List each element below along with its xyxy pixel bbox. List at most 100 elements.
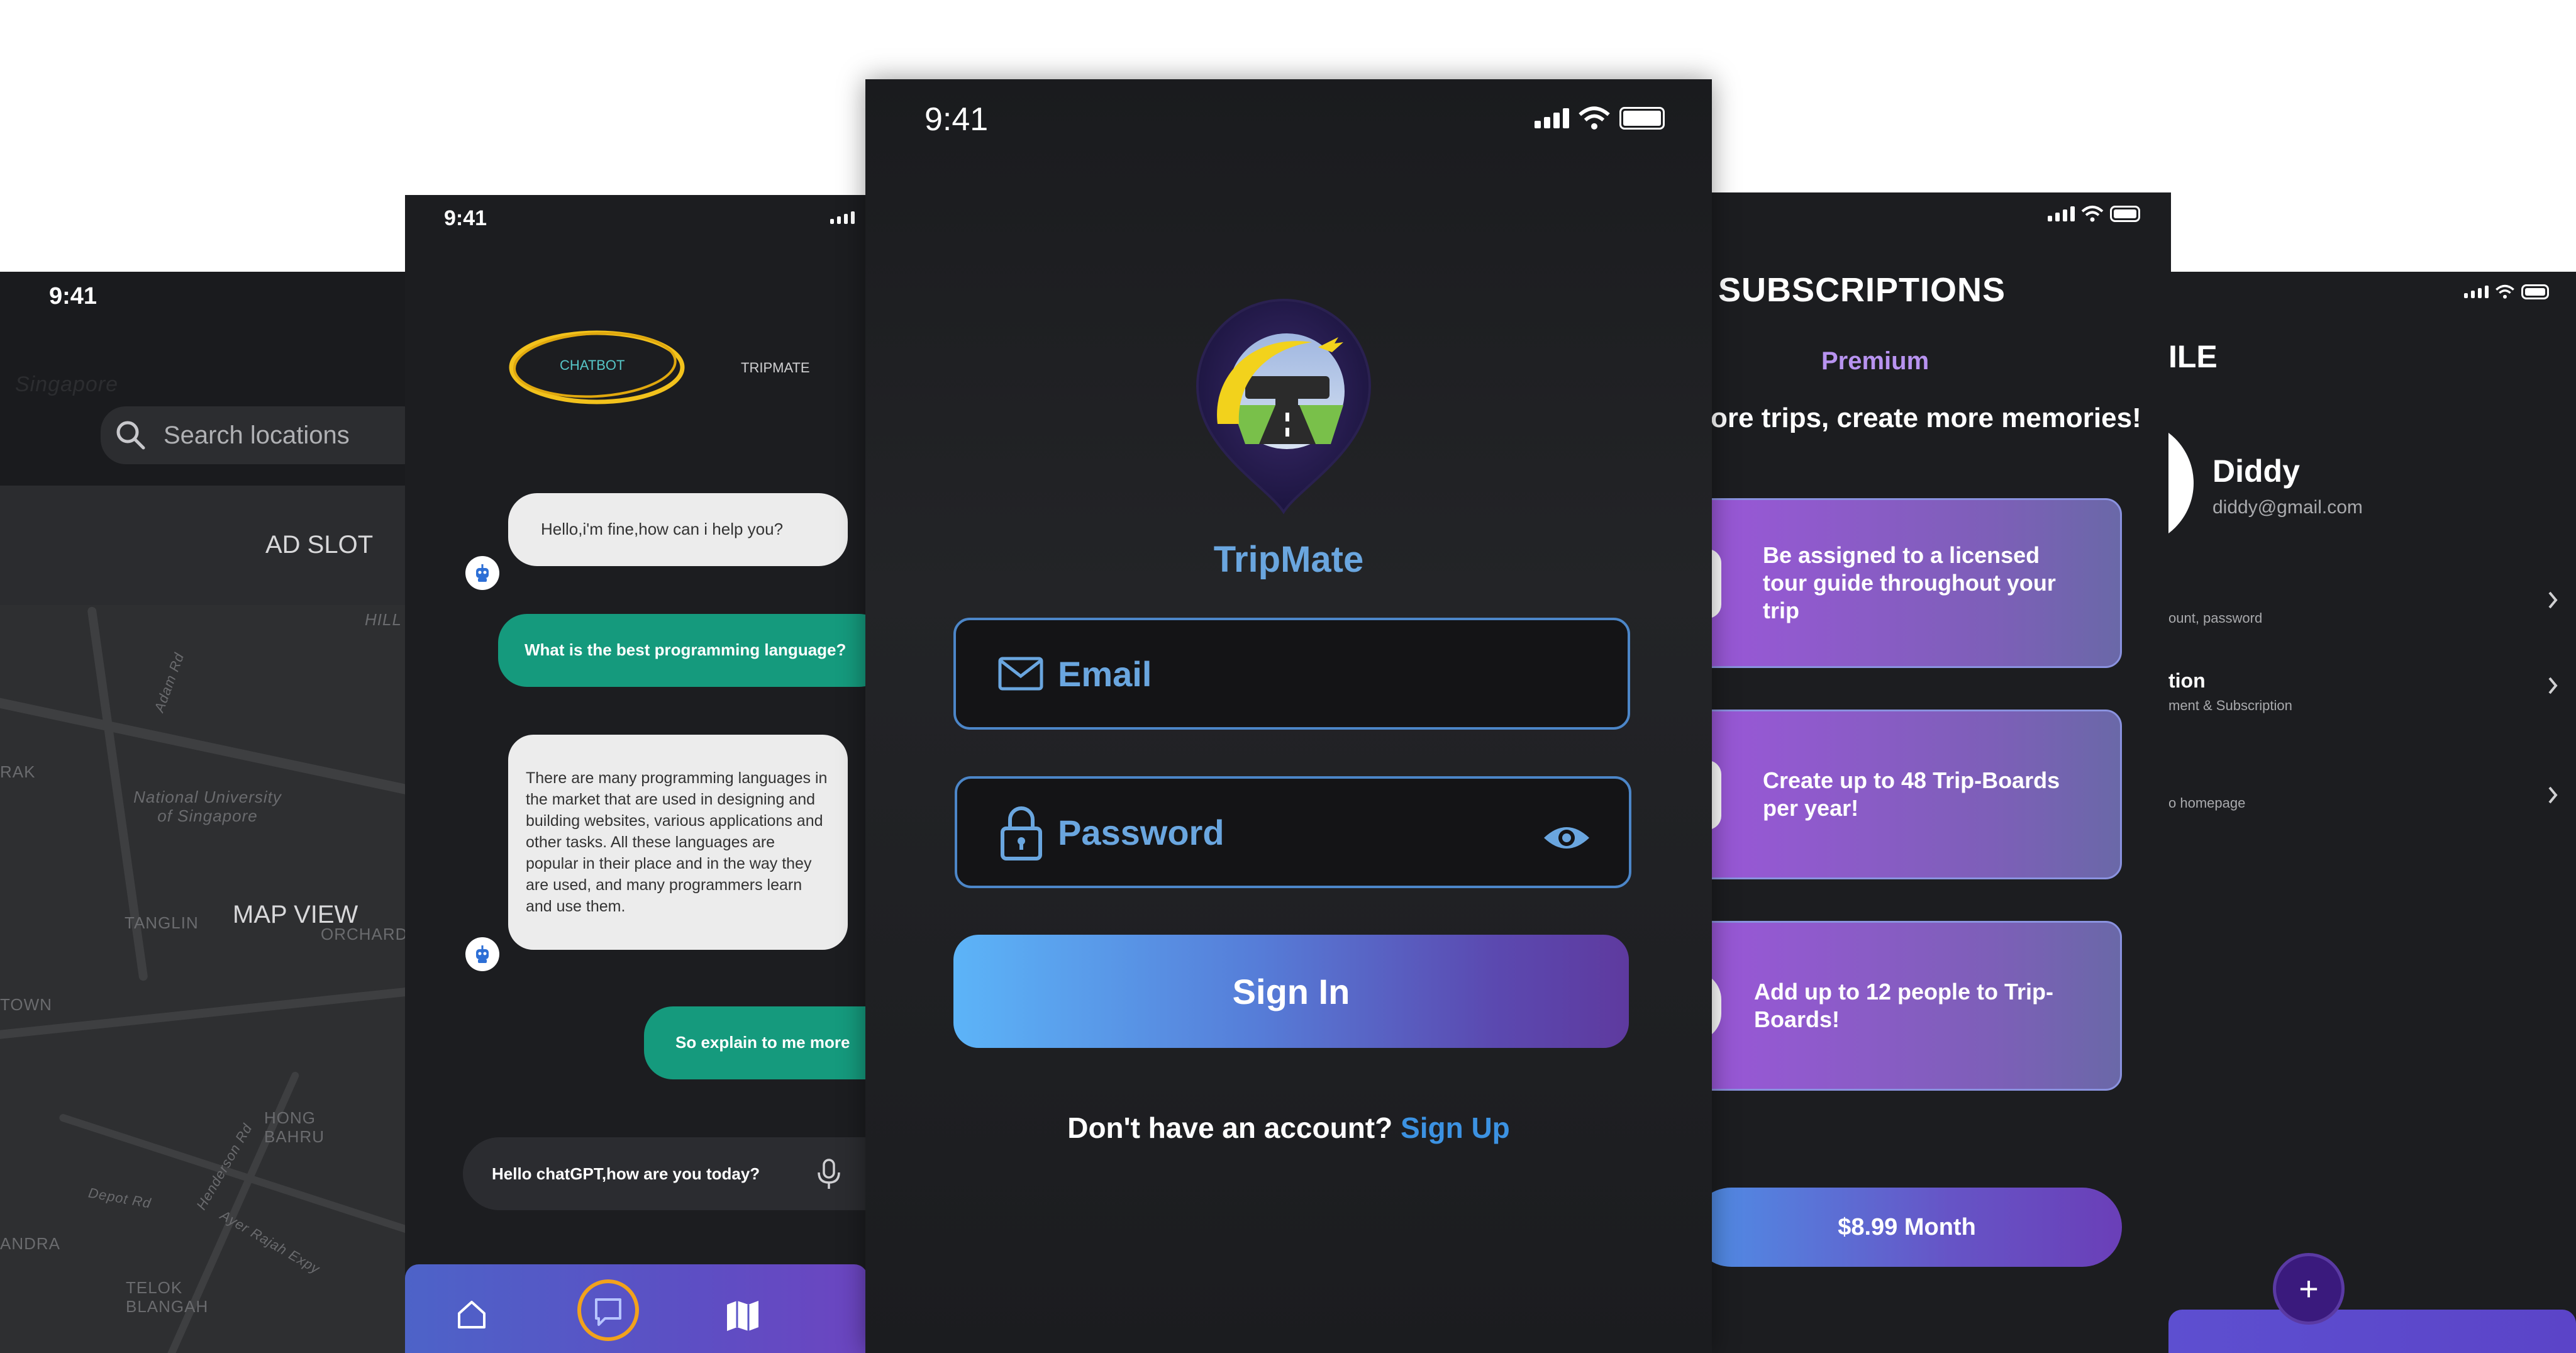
ad-slot-label: AD SLOT [265,531,374,559]
map-label: RAK [0,762,36,781]
mail-icon [998,657,1043,691]
status-icons [2048,205,2140,223]
map-label: Ayer Rajah Expy [217,1207,323,1278]
status-icons [2464,284,2549,299]
map-canvas[interactable]: HILL National University of Singapore TA… [0,605,406,1353]
signal-icon [830,211,855,224]
add-button[interactable]: + [2273,1253,2345,1325]
user-message: What is the best programming language? [498,614,868,687]
row-subtitle: o homepage [2168,795,2246,811]
status-time: 9:41 [924,101,989,138]
email-field[interactable]: Email [953,618,1630,730]
user-message: So explain to me more [644,1006,868,1079]
lock-icon [1001,806,1042,860]
feature-text: Add up to 12 people to Trip-Boards! [1754,979,2053,1032]
sign-in-button[interactable]: Sign In [953,935,1629,1048]
email-placeholder: Email [1058,654,1152,694]
search-icon [116,421,145,450]
location-search-input[interactable]: Search locations [101,406,406,464]
tab-chatbot[interactable]: CHATBOT [560,357,625,374]
status-icons [1535,106,1665,131]
home-icon[interactable] [453,1296,491,1334]
user-email: diddy@gmail.com [2212,497,2363,518]
map-icon[interactable] [723,1296,762,1335]
chat-message-input[interactable]: Hello chatGPT,how are you today? [463,1137,868,1210]
page-title: ILE [2168,339,2218,374]
row-title [2168,584,2558,605]
settings-row-subscription[interactable]: tion ment & Subscription [2168,669,2558,714]
guide-icon [1711,549,1721,618]
board-icon [1711,760,1721,830]
feature-card: Create up to 48 Trip-Boards per year! [1711,710,2122,879]
settings-row-homepage[interactable]: o homepage [2168,769,2558,811]
bot-message: There are many programming languages in … [508,735,848,950]
map-label: TOWN [0,995,52,1014]
row-subtitle: ment & Subscription [2168,698,2292,713]
subscriptions-screen: SUBSCRIPTIONS Premium ore trips, create … [1711,192,2171,1353]
map-label: TELOK BLANGAH [126,1278,209,1316]
sign-up-prompt: Don't have an account? Sign Up [865,1111,1712,1145]
sign-in-screen: 9:41 TripMate Email Password Sign In Don… [865,79,1712,1353]
row-subtitle: ount, password [2168,610,2263,626]
map-label: National University of Singapore [133,788,282,825]
tab-tripmate[interactable]: TRIPMATE [741,360,810,376]
subscribe-price-button[interactable]: $8.99 Month [1711,1188,2122,1267]
signal-icon [2048,206,2075,221]
profile-screen: ILE Diddy diddy@gmail.com ount, password… [2168,272,2576,1353]
signal-icon [1535,108,1569,128]
chatbot-screen: 9:41 CHATBOT TRIPMATE Hello,i'm fine,how… [405,195,868,1353]
feature-card: Add up to 12 people to Trip-Boards! [1711,921,2122,1091]
password-placeholder: Password [1058,812,1224,852]
search-placeholder: Search locations [164,421,350,449]
battery-icon [2521,284,2549,299]
bottom-nav [405,1264,868,1353]
battery-icon [1619,107,1665,130]
wifi-icon [2081,206,2104,222]
feature-text: Be assigned to a licensed tour guide thr… [1763,542,2056,623]
people-icon [1711,972,1721,1041]
no-account-text: Don't have an account? [1067,1111,1393,1144]
plan-name: Premium [1821,347,1929,375]
map-view-label: MAP VIEW [233,901,358,928]
bot-avatar [465,556,499,590]
wifi-icon [1579,106,1610,130]
brand-name: TripMate [1213,539,1364,580]
map-label: HONG BAHRU [264,1108,325,1146]
map-screen: 9:41 Singapore Search locations AD SLOT … [0,272,406,1353]
signal-icon [2464,286,2489,298]
wifi-icon [2496,284,2514,299]
chat-icon[interactable] [574,1276,643,1345]
chevron-right-icon [2548,786,2558,804]
map-label: Adam Rd [151,650,187,715]
status-time: 9:41 [444,206,487,230]
page-title: SUBSCRIPTIONS [1718,271,2006,309]
map-label: Singapore [15,372,119,396]
chat-input-value: Hello chatGPT,how are you today? [492,1164,760,1183]
chevron-right-icon [2548,591,2558,609]
microphone-icon[interactable] [815,1157,843,1191]
map-label: Depot Rd [87,1184,153,1211]
status-time: 9:41 [49,283,97,309]
row-title: tion [2168,669,2206,692]
robot-icon [476,945,489,963]
eye-icon[interactable] [1542,821,1591,854]
ad-slot: AD SLOT [0,486,406,606]
row-title [2168,769,2558,790]
feature-card: Be assigned to a licensed tour guide thr… [1711,498,2122,668]
plan-tagline: ore trips, create more memories! [1711,403,2141,433]
avatar[interactable] [2168,420,2194,546]
password-field[interactable]: Password [955,776,1631,888]
map-label: TANGLIN [125,913,199,932]
map-label: HILL [365,610,402,629]
user-name: Diddy [2212,454,2300,489]
sign-up-link[interactable]: Sign Up [1401,1111,1510,1144]
feature-text: Create up to 48 Trip-Boards per year! [1763,767,2060,821]
bot-message: Hello,i'm fine,how can i help you? [508,493,848,566]
chevron-right-icon [2548,677,2558,694]
tripmate-logo [1196,299,1372,515]
robot-icon [476,564,489,582]
bot-avatar [465,937,499,971]
map-label: ANDRA [0,1234,61,1253]
settings-row-account[interactable]: ount, password [2168,584,2558,626]
bottom-nav [2168,1310,2576,1353]
